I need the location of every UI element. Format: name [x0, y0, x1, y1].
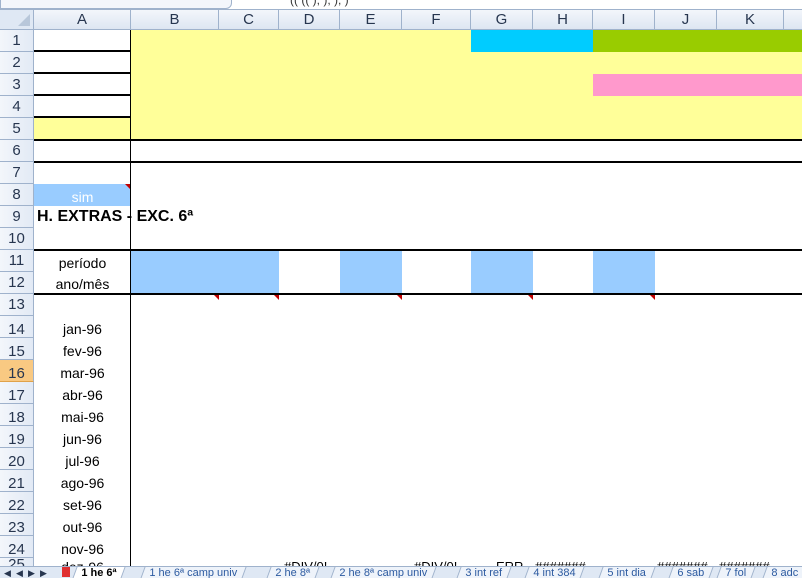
cell-d25-error[interactable]: #DIV/0! — [284, 558, 327, 566]
month-cell[interactable]: ago-96 — [34, 470, 131, 492]
cell-a2[interactable] — [34, 52, 130, 74]
cell-a4[interactable] — [34, 96, 130, 118]
month-cell[interactable]: nov-96 — [34, 536, 131, 558]
border-line — [34, 293, 802, 295]
name-box[interactable] — [0, 0, 232, 9]
header-block-g11-g12[interactable] — [471, 250, 533, 294]
month-cell[interactable]: abr-96 — [34, 382, 131, 404]
column-header-h[interactable]: H — [533, 10, 593, 30]
cell-f25-error[interactable]: #DIV/0! — [414, 558, 457, 566]
sheet-tab-6-sab[interactable]: 6 sab — [667, 567, 714, 578]
sheet-tab-1-he-6-camp-univ[interactable]: 1 he 6ª camp univ — [139, 567, 247, 578]
border-line — [34, 249, 802, 251]
month-cell[interactable]: dez-96 — [34, 558, 131, 566]
cell-a1[interactable] — [34, 30, 130, 52]
formula-text: (( (( ), ), ), ) — [290, 0, 349, 7]
row-header[interactable]: 8 — [0, 184, 34, 206]
row-header[interactable]: 5 — [0, 118, 34, 140]
select-all-corner[interactable] — [0, 10, 34, 30]
row-header[interactable]: 23 — [0, 514, 34, 536]
month-cell[interactable]: fev-96 — [34, 338, 131, 360]
border-line — [34, 161, 802, 163]
month-cell[interactable]: jun-96 — [34, 426, 131, 448]
sheet-tab-3-int-ref[interactable]: 3 int ref — [455, 567, 512, 578]
cell-a12-ano-mes[interactable]: ano/mês — [34, 272, 131, 294]
cell-h25-overflow[interactable]: ####### — [535, 558, 586, 566]
column-header-c[interactable]: C — [219, 10, 279, 30]
row-header[interactable]: 17 — [0, 382, 34, 404]
month-cell[interactable]: out-96 — [34, 514, 131, 536]
header-block-e11-e12[interactable] — [340, 250, 402, 294]
sheet-tab-2-he-8[interactable]: 2 he 8ª — [265, 567, 320, 578]
sheet-tab-2-he-8-camp-univ[interactable]: 2 he 8ª camp univ — [329, 567, 437, 578]
column-header-j[interactable]: J — [655, 10, 717, 30]
column-header-e[interactable]: E — [340, 10, 402, 30]
column-header-d[interactable]: D — [279, 10, 340, 30]
last-sheet-arrow-icon[interactable]: ▶ — [40, 568, 47, 578]
row-header-selected[interactable]: 16 — [0, 360, 34, 382]
row-header[interactable]: 13 — [0, 294, 34, 316]
row-header[interactable]: 1 — [0, 30, 34, 52]
header-block-b11-c12[interactable] — [131, 250, 279, 294]
column-header-k[interactable]: K — [717, 10, 784, 30]
row-header[interactable]: 12 — [0, 272, 34, 294]
row-header[interactable]: 15 — [0, 338, 34, 360]
green-band-i1-k1[interactable] — [593, 30, 802, 52]
row-header[interactable]: 21 — [0, 470, 34, 492]
sheet-tab-1-he-6[interactable]: 1 he 6ª — [71, 567, 126, 578]
month-cell[interactable]: mar-96 — [34, 360, 131, 382]
cell-a8-sim[interactable]: sim — [34, 184, 131, 206]
row-header[interactable]: 22 — [0, 492, 34, 514]
row-header[interactable]: 7 — [0, 162, 34, 184]
border-line — [34, 139, 802, 141]
row-header[interactable]: 6 — [0, 140, 34, 162]
cell-a3[interactable] — [34, 74, 130, 96]
month-cell[interactable]: jan-96 — [34, 316, 131, 338]
column-header-g[interactable]: G — [471, 10, 533, 30]
row-header[interactable]: 20 — [0, 448, 34, 470]
sheet-icon — [62, 567, 70, 577]
section-title: H. EXTRAS - EXC. 6ª — [37, 208, 194, 225]
row-header[interactable]: 11 — [0, 250, 34, 272]
column-header-f[interactable]: F — [402, 10, 471, 30]
row-header[interactable]: 2 — [0, 52, 34, 74]
row-header[interactable]: 24 — [0, 536, 34, 558]
month-cell[interactable]: set-96 — [34, 492, 131, 514]
sheet-tab-7-fol[interactable]: 7 fol — [715, 567, 756, 578]
pink-band-i3-k3[interactable] — [593, 74, 802, 96]
row-header[interactable]: 19 — [0, 426, 34, 448]
row-header[interactable]: 4 — [0, 96, 34, 118]
cell-a11-periodo[interactable]: período — [34, 250, 131, 272]
header-block-i11-i12[interactable] — [593, 250, 655, 294]
sheet-tab-bar: ◀ ◀ ▶ ▶ 1 he 6ª 1 he 6ª camp univ 2 he 8… — [0, 566, 802, 578]
column-header-i[interactable]: I — [593, 10, 655, 30]
row-header[interactable]: 10 — [0, 228, 34, 250]
row-header[interactable]: 9 — [0, 206, 34, 228]
sheet-tab-8-adc[interactable]: 8 adc — [761, 567, 802, 578]
prev-sheet-arrow-icon[interactable]: ◀ — [16, 568, 23, 578]
row-header[interactable]: 18 — [0, 404, 34, 426]
cell-g25-error[interactable]: ERR — [496, 558, 523, 566]
column-header-a[interactable]: A — [34, 10, 131, 30]
sheet-tab-4-int-384[interactable]: 4 int 384 — [523, 567, 585, 578]
month-cell[interactable]: mai-96 — [34, 404, 131, 426]
month-cell[interactable]: jul-96 — [34, 448, 131, 470]
row-header[interactable]: 3 — [0, 74, 34, 96]
first-sheet-arrow-icon[interactable]: ◀ — [4, 568, 11, 578]
cell-a5[interactable] — [34, 118, 131, 140]
next-sheet-arrow-icon[interactable]: ▶ — [28, 568, 35, 578]
sheet-tab-5-int-dia[interactable]: 5 int dia — [597, 567, 656, 578]
column-header-b[interactable]: B — [131, 10, 219, 30]
cyan-band-g1-h1[interactable] — [471, 30, 593, 52]
cell-j25-overflow[interactable]: ####### — [657, 558, 708, 566]
formula-bar[interactable]: (( (( ), ), ), ) — [0, 0, 802, 10]
column-header-l[interactable] — [784, 10, 802, 30]
row-header[interactable]: 14 — [0, 316, 34, 338]
cell-k25-overflow[interactable]: ####### — [719, 558, 770, 566]
